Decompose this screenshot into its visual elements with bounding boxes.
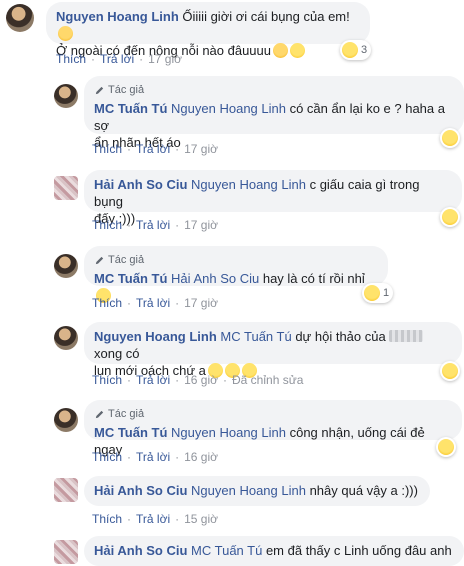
like-link[interactable]: Thích — [92, 296, 122, 310]
comment-time[interactable]: 15 giờ — [184, 512, 218, 526]
pencil-icon — [95, 256, 104, 265]
comment-text: em đã thấy c Linh uống đâu anh — [265, 543, 452, 558]
like-link[interactable]: Thích — [92, 512, 122, 526]
comment-author[interactable]: MC Tuấn Tú — [94, 425, 167, 440]
avatar[interactable] — [54, 176, 78, 200]
reply-link[interactable]: Trả lời — [100, 52, 134, 66]
sad-emoji-icon — [273, 43, 288, 58]
comment-bubble: Tác giả MC Tuấn Tú Nguyen Hoang Linh côn… — [84, 400, 462, 457]
tagged-user[interactable]: Nguyen Hoang Linh — [171, 425, 286, 440]
comment-time[interactable]: 17 giờ — [148, 52, 182, 66]
reaction-badge[interactable] — [440, 207, 460, 227]
comment-author[interactable]: Nguyen Hoang Linh — [94, 329, 217, 344]
reaction-badge[interactable] — [436, 437, 456, 457]
comment-bubble: Nguyen Hoang Linh MC Tuấn Tú dự hội thảo… — [84, 322, 462, 378]
reaction-badge[interactable] — [440, 128, 460, 148]
comment-actions: Thích · Trả lời · 16 giờ · Đã chỉnh sửa — [92, 373, 304, 387]
comment-time[interactable]: 16 giờ — [184, 450, 218, 464]
reaction-badge[interactable]: 1 — [362, 283, 394, 303]
comment-actions: Thích · Trả lời · 17 giờ — [92, 218, 218, 232]
crying-emoji-icon — [58, 26, 73, 41]
like-link[interactable]: Thích — [92, 450, 122, 464]
comment-text: xong có — [94, 346, 140, 361]
reaction-count: 3 — [361, 44, 368, 56]
haha-reaction-icon — [342, 42, 358, 58]
comment-actions: Thích · Trả lời · 17 giờ — [56, 52, 182, 66]
avatar[interactable] — [54, 478, 78, 502]
comment-time[interactable]: 17 giờ — [184, 296, 218, 310]
reply-link[interactable]: Trả lời — [136, 512, 170, 526]
like-link[interactable]: Thích — [56, 52, 86, 66]
avatar[interactable] — [54, 254, 78, 278]
comment-bubble: Hải Anh So Ciu Nguyen Hoang Linh c giấu … — [84, 170, 462, 226]
avatar[interactable] — [54, 326, 78, 350]
author-badge: Tác giả — [94, 252, 376, 269]
haha-reaction-icon — [442, 363, 458, 379]
reaction-badge[interactable]: 3 — [340, 40, 372, 60]
tagged-user[interactable]: Hải Anh So Ciu — [171, 271, 259, 286]
comment-bubble: Tác giả MC Tuấn Tú Nguyen Hoang Linh có … — [84, 76, 464, 150]
pencil-icon — [95, 86, 104, 95]
haha-reaction-icon — [438, 439, 454, 455]
tagged-user[interactable]: Nguyen Hoang Linh — [171, 101, 286, 116]
like-link[interactable]: Thích — [92, 373, 122, 387]
avatar[interactable] — [54, 540, 78, 564]
haha-reaction-icon — [364, 285, 380, 301]
tagged-user[interactable]: MC Tuấn Tú — [220, 329, 291, 344]
comment-bubble: Hải Anh So Ciu Nguyen Hoang Linh nhây qu… — [84, 476, 430, 506]
comment-text: nhây quá vậy a :))) — [309, 483, 418, 498]
redacted-name — [389, 330, 424, 342]
like-link[interactable]: Thích — [92, 218, 122, 232]
author-badge-label: Tác giả — [108, 254, 145, 266]
comment-actions: Thích · Trả lời · 17 giờ — [92, 296, 218, 310]
reply-link[interactable]: Trả lời — [136, 218, 170, 232]
comment-author[interactable]: Hải Anh So Ciu — [94, 177, 187, 192]
author-badge-label: Tác giả — [108, 84, 145, 96]
like-link[interactable]: Thích — [92, 142, 122, 156]
comment-actions: Thích · Trả lời · 17 giờ — [92, 142, 218, 156]
comment-text: hay là có tí rồi nhỉ — [262, 271, 365, 286]
comment-text: dự hội thảo của — [295, 329, 386, 344]
reply-link[interactable]: Trả lời — [136, 142, 170, 156]
reply-link[interactable]: Trả lời — [136, 296, 170, 310]
author-badge-label: Tác giả — [108, 408, 145, 420]
comment-author[interactable]: Nguyen Hoang Linh — [56, 9, 179, 24]
tagged-user[interactable]: Nguyen Hoang Linh — [191, 177, 306, 192]
comment-author[interactable]: MC Tuấn Tú — [94, 101, 167, 116]
comment-bubble: Hải Anh So Ciu MC Tuấn Tú em đã thấy c L… — [84, 536, 464, 566]
comment-actions: Thích · Trả lời · 16 giờ — [92, 450, 218, 464]
comment-author[interactable]: Hải Anh So Ciu — [94, 543, 187, 558]
comment-bubble: Nguyen Hoang Linh Ốiiiii giời ơi cái bụn… — [46, 2, 370, 58]
pencil-icon — [95, 410, 104, 419]
avatar[interactable] — [54, 408, 78, 432]
tagged-user[interactable]: MC Tuấn Tú — [191, 543, 262, 558]
edited-label[interactable]: Đã chỉnh sửa — [232, 373, 303, 387]
haha-reaction-icon — [442, 209, 458, 225]
comment-time[interactable]: 16 giờ — [184, 373, 218, 387]
avatar[interactable] — [54, 84, 78, 108]
comment-actions: Thích · Trả lời · 15 giờ — [92, 512, 218, 526]
reaction-count: 1 — [383, 287, 390, 299]
comment-text: Ốiiiii giời ơi cái bụng của em! — [182, 9, 350, 24]
comment-time[interactable]: 17 giờ — [184, 142, 218, 156]
reply-link[interactable]: Trả lời — [136, 450, 170, 464]
tagged-user[interactable]: Nguyen Hoang Linh — [191, 483, 306, 498]
author-badge: Tác giả — [94, 406, 450, 423]
grin-emoji-icon — [290, 43, 305, 58]
comment-author[interactable]: Hải Anh So Ciu — [94, 483, 187, 498]
comment-bubble: Tác giả MC Tuấn Tú Hải Anh So Ciu hay là… — [84, 246, 388, 303]
reply-link[interactable]: Trả lời — [136, 373, 170, 387]
author-badge: Tác giả — [94, 82, 452, 99]
avatar[interactable] — [6, 4, 34, 32]
comment-author[interactable]: MC Tuấn Tú — [94, 271, 167, 286]
comment-time[interactable]: 17 giờ — [184, 218, 218, 232]
reaction-badge[interactable] — [440, 361, 460, 381]
haha-reaction-icon — [442, 130, 458, 146]
